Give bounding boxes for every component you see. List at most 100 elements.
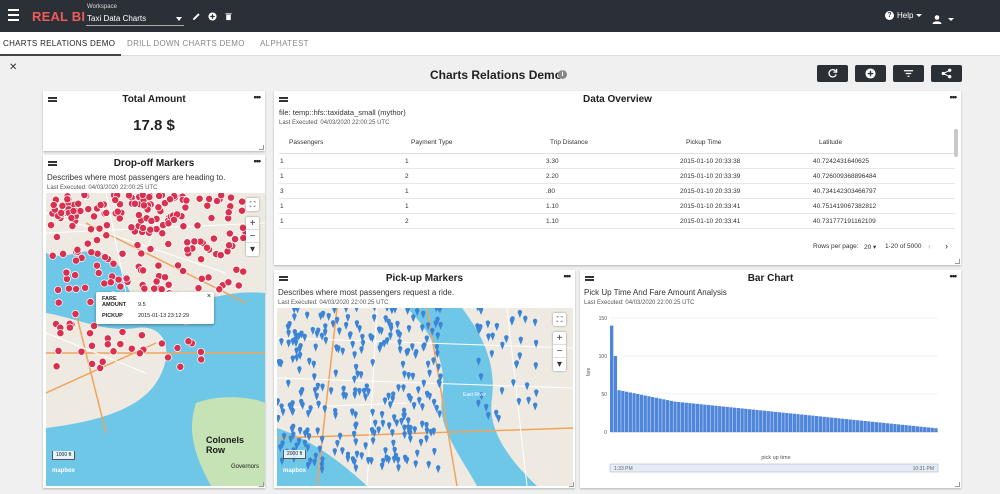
dropoff-marker[interactable]: [133, 241, 142, 250]
bar[interactable]: [613, 356, 618, 432]
tab-drill-down-charts-demo[interactable]: DRILL DOWN CHARTS DEMO: [127, 32, 245, 56]
dropoff-marker[interactable]: [164, 280, 173, 289]
dropoff-marker[interactable]: [173, 344, 182, 352]
dropoff-marker[interactable]: [93, 261, 101, 270]
dropoff-marker[interactable]: [96, 200, 105, 209]
bar[interactable]: [900, 424, 905, 432]
dropoff-marker[interactable]: [197, 274, 206, 283]
bar[interactable]: [688, 403, 692, 432]
resize-handle[interactable]: [569, 482, 574, 487]
bar[interactable]: [841, 418, 845, 432]
bar[interactable]: [815, 416, 819, 432]
user-menu[interactable]: [932, 11, 954, 29]
dropoff-marker[interactable]: [183, 245, 192, 254]
resize-handle[interactable]: [955, 259, 960, 264]
bar[interactable]: [837, 418, 841, 432]
dropoff-marker[interactable]: [209, 234, 218, 243]
dropoff-marker[interactable]: [224, 208, 233, 217]
workspace-select[interactable]: Taxi Data Charts: [86, 12, 184, 26]
bar[interactable]: [807, 415, 811, 432]
bar[interactable]: [733, 407, 737, 432]
dropoff-marker[interactable]: [225, 229, 234, 238]
refresh-button[interactable]: [817, 65, 848, 82]
dropoff-marker[interactable]: [134, 211, 143, 219]
bar[interactable]: [781, 412, 785, 432]
dropoff-marker[interactable]: [62, 268, 71, 277]
add-chart-button[interactable]: [855, 65, 886, 82]
pickup-map[interactable]: ⛶ + − ▾ East River 2000 ft mapbox: [277, 308, 573, 486]
bar[interactable]: [714, 405, 718, 432]
table-scrollbar[interactable]: [954, 129, 958, 157]
bar[interactable]: [729, 407, 733, 432]
dropoff-marker[interactable]: [93, 236, 101, 245]
bar[interactable]: [800, 414, 804, 432]
bar[interactable]: [777, 412, 782, 432]
dropoff-marker[interactable]: [174, 261, 182, 270]
dropoff-marker[interactable]: [63, 195, 72, 204]
delete-icon[interactable]: [224, 12, 233, 21]
dropoff-marker[interactable]: [113, 207, 122, 216]
help-menu[interactable]: ? Help: [885, 11, 923, 21]
bar[interactable]: [833, 417, 837, 432]
bar[interactable]: [725, 406, 729, 432]
bar[interactable]: [852, 419, 856, 432]
dropoff-marker[interactable]: [52, 233, 61, 241]
tab-charts-relations-demo[interactable]: CHARTS RELATIONS DEMO✕: [0, 32, 121, 73]
bar[interactable]: [639, 394, 644, 432]
dropoff-marker[interactable]: [231, 235, 240, 244]
time-brush[interactable]: [609, 463, 939, 473]
bar[interactable]: [632, 393, 636, 432]
dropoff-marker[interactable]: [73, 245, 82, 254]
dropoff-marker[interactable]: [182, 196, 191, 205]
bar[interactable]: [658, 398, 662, 432]
bar[interactable]: [863, 420, 867, 432]
fullscreen-icon[interactable]: ⛶: [246, 198, 259, 211]
column-header[interactable]: Trip Distance: [550, 139, 588, 146]
fullscreen-icon[interactable]: ⛶: [553, 313, 566, 326]
dropoff-marker[interactable]: [203, 243, 211, 252]
share-button[interactable]: [931, 65, 962, 82]
resize-handle[interactable]: [259, 482, 264, 487]
bar[interactable]: [889, 423, 893, 432]
dropoff-marker[interactable]: [125, 193, 133, 200]
more-options-icon[interactable]: •••: [254, 156, 262, 166]
bar[interactable]: [684, 402, 688, 432]
column-header[interactable]: Passengers: [289, 139, 323, 146]
bar[interactable]: [706, 405, 711, 432]
dropoff-marker[interactable]: [116, 282, 125, 291]
dropoff-marker[interactable]: [118, 328, 127, 336]
dropoff-marker[interactable]: [139, 266, 148, 275]
table-row[interactable]: 1 1 3.30 2015-01-10 20:33:38 40.72424316…: [279, 154, 955, 169]
dropoff-marker[interactable]: [196, 347, 205, 356]
dropoff-marker[interactable]: [154, 203, 163, 212]
dropoff-marker[interactable]: [106, 278, 115, 287]
bar[interactable]: [856, 420, 860, 432]
more-options-icon[interactable]: •••: [950, 271, 958, 281]
dropoff-marker[interactable]: [116, 340, 125, 349]
resize-handle[interactable]: [259, 145, 264, 150]
close-icon[interactable]: ✕: [9, 56, 18, 80]
dropoff-marker[interactable]: [127, 223, 136, 232]
bar[interactable]: [636, 394, 640, 432]
dropoff-marker[interactable]: [127, 344, 136, 353]
bar[interactable]: [867, 421, 871, 432]
bar[interactable]: [617, 390, 621, 432]
bar[interactable]: [662, 399, 666, 432]
dropoff-marker[interactable]: [225, 241, 234, 250]
bar[interactable]: [736, 408, 741, 432]
dropoff-marker[interactable]: [68, 222, 77, 230]
dropoff-marker[interactable]: [217, 193, 226, 200]
dropoff-marker[interactable]: [84, 205, 93, 214]
dropoff-marker[interactable]: [54, 285, 63, 294]
bar[interactable]: [669, 400, 673, 432]
rows-per-page-select[interactable]: 20 ▾: [864, 243, 876, 251]
bar[interactable]: [677, 401, 681, 432]
bar[interactable]: [811, 415, 815, 432]
dropoff-marker[interactable]: [152, 277, 161, 286]
bar[interactable]: [751, 409, 755, 432]
dropoff-marker[interactable]: [205, 194, 214, 203]
dropoff-marker[interactable]: [83, 239, 92, 248]
bar[interactable]: [673, 401, 677, 432]
dropoff-marker[interactable]: [197, 355, 206, 364]
dropoff-marker[interactable]: [72, 256, 80, 265]
